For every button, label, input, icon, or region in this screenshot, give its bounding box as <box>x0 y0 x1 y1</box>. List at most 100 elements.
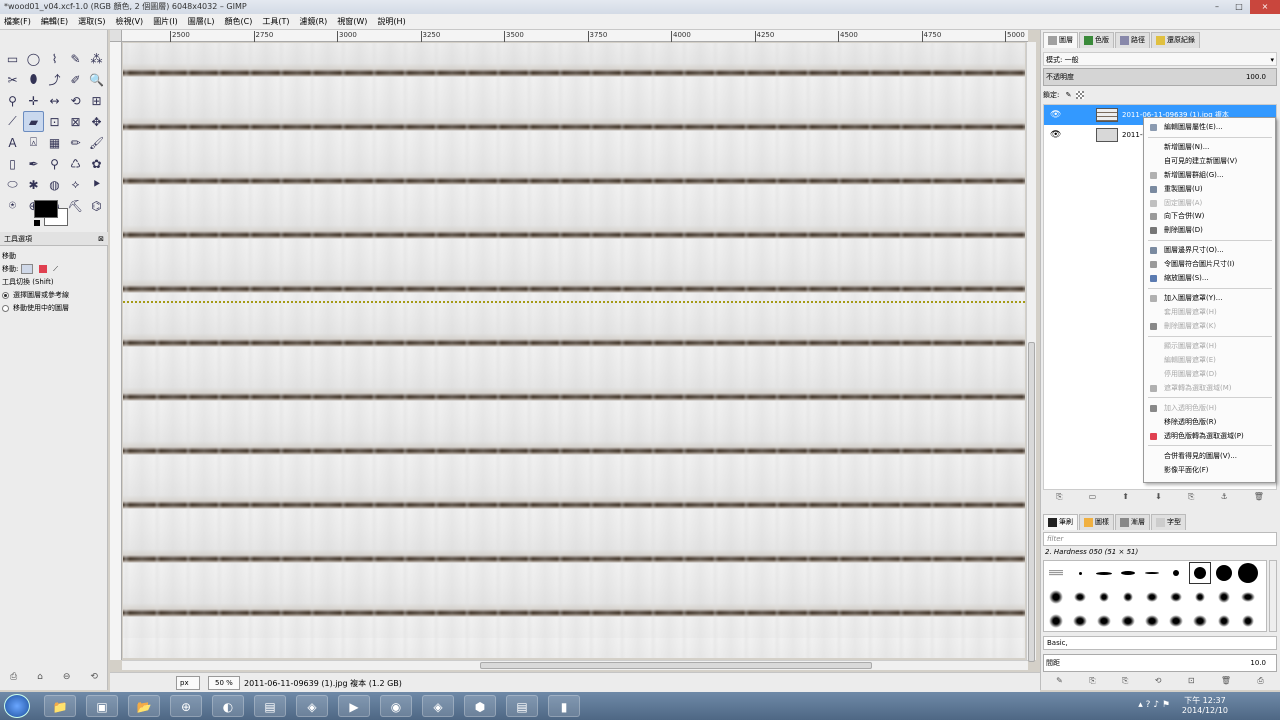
layers-bottom-icon-2[interactable]: ⬆ <box>1122 492 1129 506</box>
eye-icon[interactable]: 👁 <box>1050 105 1061 125</box>
layers-bottom-icon-0[interactable]: ⎘ <box>1056 492 1062 506</box>
tool-icon-32[interactable]: ◍ <box>44 174 65 195</box>
context-menu-item-13[interactable]: 刪除圖層遮罩(K) <box>1144 320 1275 333</box>
tool-icon-20[interactable]: A <box>2 132 23 153</box>
brush-swatch[interactable] <box>1164 585 1188 609</box>
menu-item-0[interactable]: 檔案(F) <box>4 16 31 27</box>
brush-swatch[interactable] <box>1164 561 1188 585</box>
context-menu-item-12[interactable]: 套用圖層遮罩(H) <box>1144 306 1275 319</box>
brush-swatch[interactable] <box>1116 585 1140 609</box>
tool-icon-9[interactable]: 🔍 <box>86 69 107 90</box>
context-menu-item-22[interactable]: 影像平面化(F) <box>1144 464 1275 477</box>
tool-icon-35[interactable]: ⍟ <box>2 195 23 216</box>
layers-bottom-icon-5[interactable]: ⚓ <box>1220 492 1227 506</box>
chevron-down-icon[interactable]: ▾ <box>1270 53 1274 67</box>
brush-swatch[interactable] <box>1188 609 1212 633</box>
tool-icon-31[interactable]: ✱ <box>23 174 44 195</box>
brushes-bottom-icon-1[interactable]: ⎘ <box>1089 676 1095 688</box>
tool-icon-29[interactable]: ✿ <box>86 153 107 174</box>
radio-pick-layer-icon[interactable] <box>2 291 9 299</box>
brush-swatch[interactable] <box>1044 561 1068 585</box>
tool-options-tab[interactable]: 工具選項 ⊠ <box>0 232 108 246</box>
brush-swatch[interactable] <box>1212 585 1236 609</box>
context-menu-item-5[interactable]: 固定圖層(A) <box>1144 197 1275 210</box>
brush-swatch[interactable] <box>1140 609 1164 633</box>
tool-icon-39[interactable]: ⌬ <box>86 195 107 216</box>
context-menu-item-8[interactable]: 圖層邊界尺寸(O)... <box>1144 244 1275 257</box>
image-canvas[interactable] <box>123 43 1025 658</box>
tool-icon-8[interactable]: ✐ <box>65 69 86 90</box>
foreground-color[interactable] <box>34 200 58 218</box>
tool-icon-26[interactable]: ✒ <box>23 153 44 174</box>
taskbar-app-icon-7[interactable]: ▶ <box>338 695 370 717</box>
dock-tab-3[interactable]: 還原紀錄 <box>1151 32 1200 48</box>
brush-swatch[interactable] <box>1044 609 1068 633</box>
menu-item-7[interactable]: 工具(T) <box>262 16 289 27</box>
brushes-bottom-icon-6[interactable]: ⎙ <box>1257 676 1263 688</box>
brush-swatch[interactable] <box>1164 609 1188 633</box>
lock-alpha-icon[interactable] <box>1075 91 1084 99</box>
tool-icon-4[interactable]: ⁂ <box>86 48 107 69</box>
context-menu-item-7[interactable]: 刪除圖層(D) <box>1144 224 1275 237</box>
tray-icons[interactable]: ▴ ? ♪ ⚑ <box>1138 700 1170 710</box>
brush-swatch[interactable] <box>1068 561 1092 585</box>
taskbar-app-icon-10[interactable]: ⬢ <box>464 695 496 717</box>
brush-swatch[interactable] <box>1116 609 1140 633</box>
menu-item-2[interactable]: 選取(S) <box>78 16 105 27</box>
context-menu-item-16[interactable]: 停用圖層遮罩(D) <box>1144 368 1275 381</box>
brush-swatch[interactable] <box>1188 561 1212 585</box>
brushes-bottom-icon-0[interactable]: ✎ <box>1056 676 1063 688</box>
brush-tag-input[interactable]: Basic, <box>1043 636 1277 650</box>
tool-icon-16[interactable]: ▰ <box>23 111 44 132</box>
layer-mode-select[interactable]: 模式: 一般 ▾ <box>1043 52 1277 66</box>
vertical-ruler[interactable] <box>110 42 122 660</box>
tool-icon-19[interactable]: ✥ <box>86 111 107 132</box>
tool-icon-15[interactable]: ⟋ <box>2 111 23 132</box>
context-menu-item-9[interactable]: 令圖層符合圖片尺寸(I) <box>1144 258 1275 271</box>
tool-icon-10[interactable]: ⚲ <box>2 90 23 111</box>
spacing-slider[interactable]: 間距 10.0 <box>1043 654 1277 672</box>
context-menu-item-2[interactable]: 自可見的建立新圖層(V) <box>1144 155 1275 168</box>
tool-icon-12[interactable]: ↔ <box>44 90 65 111</box>
context-menu-item-1[interactable]: 新增圖層(N)... <box>1144 141 1275 154</box>
menu-item-3[interactable]: 檢視(V) <box>115 16 143 27</box>
tool-icon-1[interactable]: ◯ <box>23 48 44 69</box>
dock-tab-0[interactable]: 圖層 <box>1043 32 1078 48</box>
close-button[interactable]: × <box>1250 0 1280 14</box>
brushes-bottom-icon-2[interactable]: ⎘ <box>1122 676 1128 688</box>
color-area[interactable] <box>30 198 70 228</box>
layers-bottom-icon-3[interactable]: ⬇ <box>1155 492 1162 506</box>
brush-tab-3[interactable]: 字型 <box>1151 514 1186 530</box>
taskbar-app-icon-4[interactable]: ◐ <box>212 695 244 717</box>
taskbar-app-icon-11[interactable]: ▤ <box>506 695 538 717</box>
context-menu-item-4[interactable]: 重製圖層(U) <box>1144 183 1275 196</box>
brushes-bottom-icon-4[interactable]: ⊡ <box>1188 676 1195 688</box>
tool-icon-22[interactable]: ▦ <box>44 132 65 153</box>
taskbar-app-icon-0[interactable]: 📁 <box>44 695 76 717</box>
tool-icon-14[interactable]: ⊞ <box>86 90 107 111</box>
tool-icon-5[interactable]: ✂ <box>2 69 23 90</box>
tool-icon-33[interactable]: ⟡ <box>65 174 86 195</box>
tool-icon-3[interactable]: ✎ <box>65 48 86 69</box>
tool-icon-30[interactable]: ⬭ <box>2 174 23 195</box>
eye-icon[interactable]: 👁 <box>1050 125 1061 145</box>
context-menu-item-6[interactable]: 向下合併(W) <box>1144 210 1275 223</box>
tool-icon-34[interactable]: ⯈ <box>86 174 107 195</box>
brush-swatch[interactable] <box>1068 585 1092 609</box>
radio-move-active[interactable]: 移動使用中的圖層 <box>2 302 106 315</box>
horizontal-scroll-thumb[interactable] <box>480 662 872 669</box>
tool-icon-0[interactable]: ▭ <box>2 48 23 69</box>
taskbar-app-icon-1[interactable]: ▣ <box>86 695 118 717</box>
dock-tab-1[interactable]: 色版 <box>1079 32 1114 48</box>
tool-icon-13[interactable]: ⟲ <box>65 90 86 111</box>
brush-swatch[interactable] <box>1140 561 1164 585</box>
tool-icon-18[interactable]: ⊠ <box>65 111 86 132</box>
brush-swatch[interactable] <box>1092 585 1116 609</box>
context-menu-item-3[interactable]: 新增圖層群組(G)... <box>1144 169 1275 182</box>
tool-icon-25[interactable]: ▯ <box>2 153 23 174</box>
brush-swatch[interactable] <box>1188 585 1212 609</box>
tool-icon-27[interactable]: ⚲ <box>44 153 65 174</box>
ruler-corner[interactable] <box>110 30 122 42</box>
zoom-select[interactable]: 50 % <box>208 676 240 690</box>
context-menu-item-14[interactable]: 顯示圖層遮罩(H) <box>1144 340 1275 353</box>
